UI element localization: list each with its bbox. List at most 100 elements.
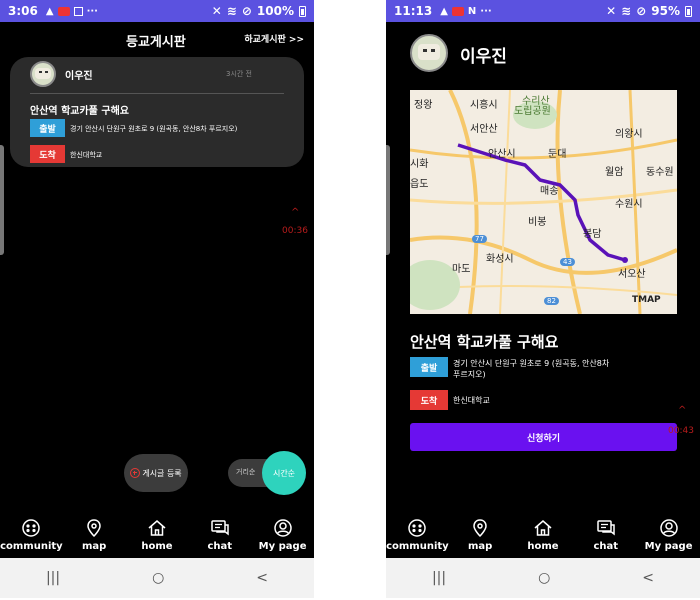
more-icon: ··· xyxy=(480,5,492,17)
route-shield: 82 xyxy=(544,297,559,305)
arrival-address: 한신대학교 xyxy=(70,151,103,159)
divider xyxy=(30,93,284,94)
map-label: 둔대 xyxy=(548,149,567,160)
status-bar: 11:13 ▲ N ··· ✕ ≋ ⊘ 95% xyxy=(386,0,700,22)
map-label: 봉담 xyxy=(583,229,602,240)
nav-chat[interactable]: chat xyxy=(576,518,636,558)
map-label: 마도 xyxy=(452,264,471,275)
chat-icon xyxy=(597,520,615,536)
map-label: 의왕시 xyxy=(615,129,643,140)
status-time: 3:06 xyxy=(8,4,38,18)
right-phone-screen: 11:13 ▲ N ··· ✕ ≋ ⊘ 95% 이우진 정왕 시흥시 수리산 도… xyxy=(386,0,700,598)
home-icon xyxy=(148,520,166,536)
dnd-icon: ⊘ xyxy=(636,4,647,18)
nav-home[interactable]: home xyxy=(513,518,573,558)
nav-label: My page xyxy=(258,541,307,552)
status-time: 11:13 xyxy=(394,4,433,18)
nav-label: map xyxy=(82,541,107,552)
write-post-button[interactable]: 게시글 등록 xyxy=(124,454,188,492)
countdown-timer: 00:43 xyxy=(668,426,694,436)
departure-address: 경기 안산시 단원구 원초로 9 (원곡동, 안산8차 xyxy=(453,359,610,368)
side-drawer-handle[interactable] xyxy=(0,145,4,255)
departure-address-cont: 푸르지오) xyxy=(453,370,486,379)
chevron-up-icon[interactable]: ^ xyxy=(291,207,299,218)
map-label: 수원시 xyxy=(615,199,643,210)
recents-icon[interactable]: ||| xyxy=(432,570,446,586)
map-label: 화성시 xyxy=(486,254,514,265)
bottom-nav: community map home chat My page xyxy=(386,518,700,558)
sort-time-option[interactable]: 시간순 xyxy=(262,451,306,495)
photo-icon xyxy=(73,6,83,16)
author-name: 이우진 xyxy=(460,47,507,67)
avatar xyxy=(30,61,56,87)
system-nav-bar: ||| ○ < xyxy=(386,558,700,598)
arrival-tag: 도착 xyxy=(30,145,65,163)
plus-icon xyxy=(130,468,141,478)
countdown-timer: 00:36 xyxy=(282,226,308,236)
post-author: 이우진 xyxy=(65,71,93,82)
map-label: 매송 xyxy=(540,186,559,197)
recents-icon[interactable]: ||| xyxy=(46,570,60,586)
battery-icon xyxy=(685,5,692,17)
community-icon xyxy=(408,519,427,537)
nav-community[interactable]: community xyxy=(0,518,63,558)
post-title: 안산역 학교카풀 구해요 xyxy=(30,106,129,117)
nav-label: chat xyxy=(207,541,233,552)
write-post-label: 게시글 등록 xyxy=(142,468,182,478)
nav-label: map xyxy=(468,541,493,552)
map-label: 시화 xyxy=(410,159,429,170)
nav-chat[interactable]: chat xyxy=(190,518,250,558)
home-circle-icon[interactable]: ○ xyxy=(152,570,164,586)
back-icon[interactable]: < xyxy=(642,570,654,586)
nav-mypage[interactable]: My page xyxy=(639,518,699,558)
route-shield: 77 xyxy=(472,235,487,243)
battery-percent: 100% xyxy=(256,4,294,18)
sort-toggle[interactable]: 거리순 시간순 xyxy=(228,451,306,495)
map-label: 서오산 xyxy=(618,269,646,280)
nav-map[interactable]: map xyxy=(64,518,124,558)
home-circle-icon[interactable]: ○ xyxy=(538,570,550,586)
tmap-logo: TMAP xyxy=(632,295,661,305)
battery-icon xyxy=(299,5,306,17)
warning-icon: ▲ xyxy=(440,5,448,17)
route-map[interactable]: 정왕 시흥시 수리산 도립공원 서안산 의왕시 안산시 둔대 월암 동수원 시화… xyxy=(410,90,677,314)
youtube-icon xyxy=(57,6,70,16)
chat-icon xyxy=(211,520,229,536)
nav-mypage[interactable]: My page xyxy=(253,518,313,558)
more-icon: ··· xyxy=(86,5,98,17)
arrival-tag: 도착 xyxy=(410,390,448,410)
youtube-icon xyxy=(451,6,464,16)
nav-label: My page xyxy=(644,541,693,552)
back-icon[interactable]: < xyxy=(256,570,268,586)
nav-label: home xyxy=(141,541,173,552)
left-phone-screen: 3:06 ▲ ··· ✕ ≋ ⊘ 100% 등교게시판 하교게시판 >> 이우진… xyxy=(0,0,314,598)
post-card[interactable]: 이우진 3시간 전 안산역 학교카풀 구해요 출발 경기 안산시 단원구 원초로… xyxy=(10,57,304,167)
nav-label: home xyxy=(527,541,559,552)
map-label: 시흥시 xyxy=(470,100,498,111)
avatar xyxy=(410,34,448,72)
map-label: 안산시 xyxy=(488,149,516,160)
wifi-icon: ≋ xyxy=(226,4,237,18)
map-label: 월암 xyxy=(605,167,624,178)
route-shield: 43 xyxy=(560,258,575,266)
map-label: 동수원 xyxy=(646,167,674,178)
apply-button[interactable]: 신청하기 xyxy=(410,423,677,451)
side-drawer-handle[interactable] xyxy=(386,145,390,255)
signal-icon: N xyxy=(467,5,477,17)
map-label: 서안산 xyxy=(470,124,498,135)
nav-home[interactable]: home xyxy=(127,518,187,558)
sort-distance-option[interactable]: 거리순 xyxy=(236,467,255,477)
wifi-icon: ≋ xyxy=(621,4,632,18)
system-nav-bar: ||| ○ < xyxy=(0,558,314,598)
nav-community[interactable]: community xyxy=(386,518,449,558)
post-title: 안산역 학교카풀 구해요 xyxy=(410,333,559,351)
departure-tag: 출발 xyxy=(410,357,448,377)
chevron-up-icon[interactable]: ^ xyxy=(678,405,686,416)
user-icon xyxy=(659,519,678,537)
status-bar: 3:06 ▲ ··· ✕ ≋ ⊘ 100% xyxy=(0,0,314,22)
map-label: 비봉 xyxy=(528,217,547,228)
nav-map[interactable]: map xyxy=(450,518,510,558)
afternoon-board-link[interactable]: 하교게시판 >> xyxy=(244,32,304,45)
community-icon xyxy=(22,519,41,537)
page-title: 등교게시판 xyxy=(126,35,186,50)
